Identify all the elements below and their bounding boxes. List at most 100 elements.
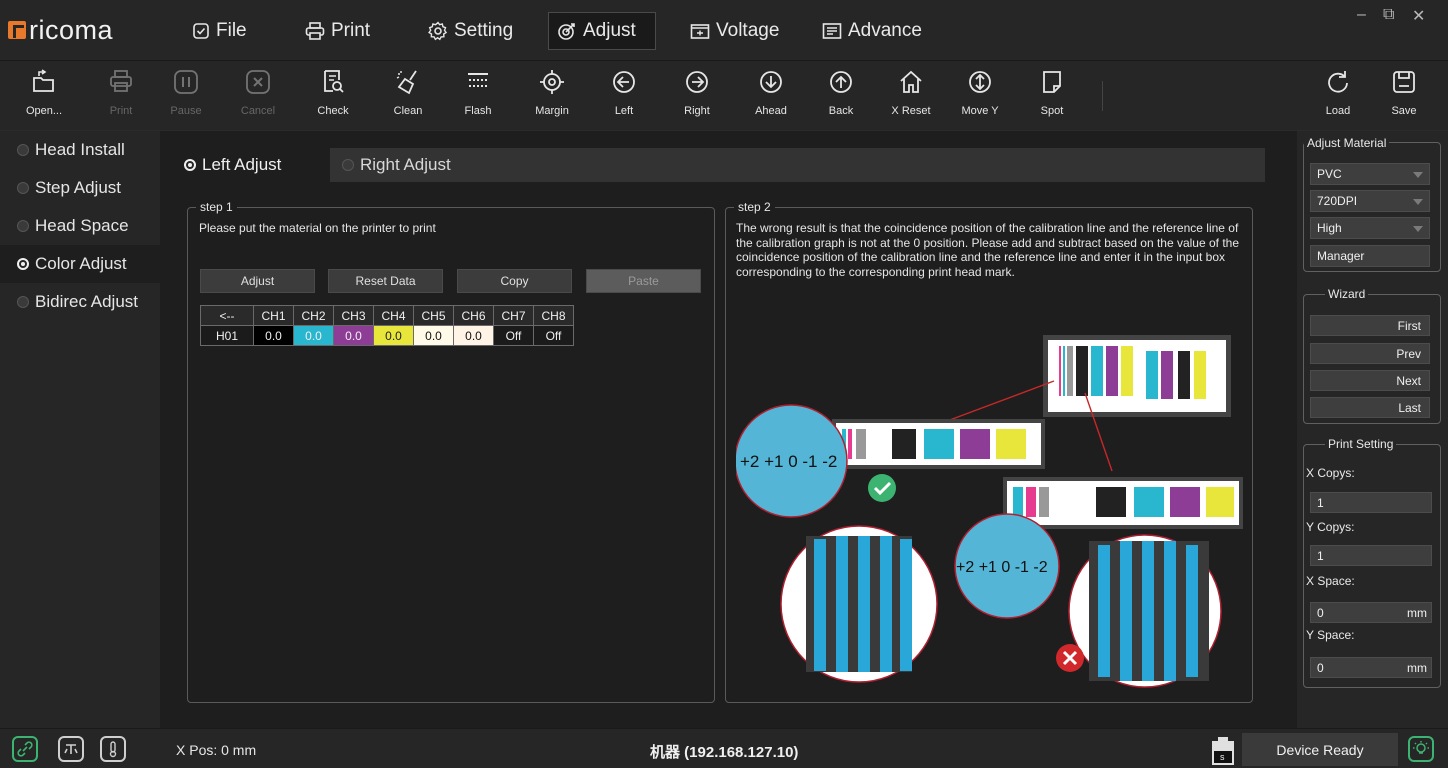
menu-print[interactable]: Print [297,12,378,50]
menu-setting[interactable]: Setting [420,12,521,50]
ground-status-icon[interactable] [58,736,84,762]
tab-left-adjust[interactable]: Left Adjust [172,148,330,182]
sidebar: Head Install Step Adjust Head Space Colo… [0,131,160,728]
table-header-cell: CH5 [413,305,454,326]
open-label: Open... [25,105,63,117]
move-y-button[interactable]: Move Y [950,67,1010,127]
scale-numbers: +2 +1 0 -1 -2 [740,452,837,471]
resolution-select[interactable]: 720DPI [1310,190,1430,212]
quality-select-value: High [1317,221,1342,235]
clean-button[interactable]: Clean [378,67,438,127]
folder-open-icon [33,69,54,92]
menu-file[interactable]: File [184,12,255,50]
ch2-value-cell[interactable]: 0.0 [293,325,334,346]
y-copys-value: 1 [1317,548,1324,563]
tab-right-adjust-label: Right Adjust [360,155,451,174]
wizard-next-button[interactable]: Next [1310,370,1430,391]
sidebar-item-label: Step Adjust [35,178,122,197]
wizard-last-button[interactable]: Last [1310,397,1430,418]
minimize-button[interactable]: – [1357,6,1366,24]
y-copys-input[interactable]: 1 [1310,545,1432,566]
check-button[interactable]: Check [303,67,363,127]
link-status-icon[interactable] [12,736,38,762]
sidebar-item-bidirec-adjust[interactable]: Bidirec Adjust [0,283,160,321]
chevron-down-icon [1413,172,1423,178]
x-reset-button[interactable]: X Reset [881,67,941,127]
print-button[interactable]: Print [91,67,151,127]
sidebar-item-head-install[interactable]: Head Install [0,131,160,169]
chevron-down-icon [1413,226,1423,232]
left-button[interactable]: Left [594,67,654,127]
ch3-value-cell[interactable]: 0.0 [333,325,374,346]
restore-button[interactable]: ⧉ [1383,6,1394,24]
pause-button[interactable]: Pause [156,67,216,127]
right-label: Right [684,105,710,117]
adjust-button[interactable]: Adjust [200,269,315,293]
open-button[interactable]: Open... [14,67,74,127]
ch4-value-cell[interactable]: 0.0 [373,325,414,346]
light-bulb-icon[interactable] [1408,736,1434,762]
sidebar-item-color-adjust[interactable]: Color Adjust [0,245,160,283]
ch6-value-cell[interactable]: 0.0 [453,325,494,346]
move-vertical-icon [969,71,991,93]
menu-advance[interactable]: Advance [814,12,930,50]
x-space-input[interactable]: 0 mm [1310,602,1432,623]
paste-button[interactable]: Paste [586,269,701,293]
sidebar-item-step-adjust[interactable]: Step Adjust [0,169,160,207]
radio-selected-icon [184,159,196,171]
wizard-prev-button[interactable]: Prev [1310,343,1430,364]
save-icon [1393,71,1415,93]
wizard-first-button[interactable]: First [1310,315,1430,336]
channel-table: <-- CH1 CH2 CH3 CH4 CH5 CH6 CH7 CH8 H01 … [200,305,574,346]
menu-adjust-label: Adjust [583,20,636,41]
menu-adjust[interactable]: Adjust [548,12,656,50]
chevron-down-icon [1413,199,1423,205]
ch1-value-cell[interactable]: 0.0 [253,325,294,346]
radio-icon [17,182,29,194]
y-space-value: 0 [1317,660,1324,675]
resolution-select-value: 720DPI [1317,194,1358,208]
sidebar-item-label: Head Space [35,216,129,235]
tab-right-adjust[interactable]: Right Adjust [330,148,463,182]
reload-icon [1328,71,1348,93]
save-button[interactable]: Save [1374,67,1434,127]
menu-voltage[interactable]: Voltage [682,12,787,50]
y-space-input[interactable]: 0 mm [1310,657,1432,678]
target-adjust-icon [558,23,575,40]
y-copys-label: Y Copys: [1306,520,1355,534]
right-button[interactable]: Right [667,67,727,127]
manager-button[interactable]: Manager [1310,245,1430,267]
step2-title: step 2 [738,200,771,214]
spot-button[interactable]: Spot [1022,67,1082,127]
x-copys-input[interactable]: 1 [1310,492,1432,513]
ink-level-icon: s [1210,737,1236,767]
close-button[interactable]: ✕ [1412,6,1425,26]
quality-select[interactable]: High [1310,217,1430,239]
cancel-button[interactable]: Cancel [228,67,288,127]
temperature-icon[interactable] [100,736,126,762]
broom-icon [396,70,417,95]
x-space-unit: mm [1407,606,1427,620]
copy-button[interactable]: Copy [457,269,572,293]
app-logo: ricoma [8,15,114,45]
load-button[interactable]: Load [1308,67,1368,127]
back-button[interactable]: Back [811,67,871,127]
y-space-unit: mm [1407,661,1427,675]
logo-text: ricoma [29,15,114,45]
flash-button[interactable]: Flash [448,67,508,127]
table-header-cell: CH3 [333,305,374,326]
table-header-row: <-- CH1 CH2 CH3 CH4 CH5 CH6 CH7 CH8 [200,305,574,326]
sidebar-item-head-space[interactable]: Head Space [0,207,160,245]
ch7-value-cell[interactable]: Off [493,325,534,346]
ch8-value-cell[interactable]: Off [533,325,574,346]
print-strip-wrong [1003,477,1243,529]
ahead-button[interactable]: Ahead [741,67,801,127]
ch5-value-cell[interactable]: 0.0 [413,325,454,346]
ok-check-icon [868,474,896,502]
collapse-arrow-cell[interactable]: <-- [200,305,254,326]
reset-data-button[interactable]: Reset Data [328,269,443,293]
flash-label: Flash [464,105,492,117]
margin-button[interactable]: Margin [522,67,582,127]
magnifier-bars-wrong [1068,534,1222,688]
material-select[interactable]: PVC [1310,163,1430,185]
